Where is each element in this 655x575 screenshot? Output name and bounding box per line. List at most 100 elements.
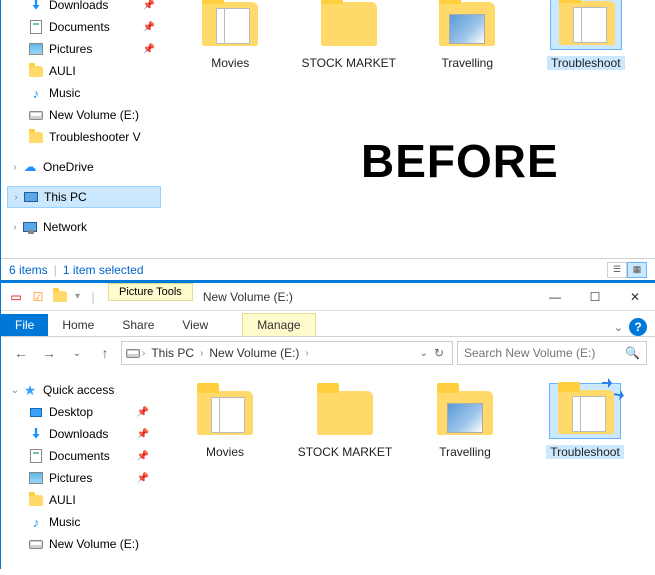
sidebar-item-music[interactable]: ♪Music — [7, 82, 161, 104]
folder-item-troubleshoot[interactable]: Troubleshoot — [537, 0, 636, 70]
sidebar-item-label: AULI — [45, 493, 153, 507]
ribbon-tab-home[interactable]: Home — [48, 314, 108, 336]
folder-icon — [550, 0, 622, 50]
ribbon-collapse-icon[interactable]: ⌄ — [614, 321, 623, 334]
up-button[interactable]: ↑ — [93, 341, 117, 365]
sidebar-item-label: Music — [45, 86, 159, 100]
address-bar[interactable]: › This PC › New Volume (E:) › ⌄ ↻ — [121, 341, 453, 365]
sidebar-item-label: Quick access — [39, 383, 153, 397]
pin-icon: 📌 — [137, 451, 149, 462]
top-explorer-window: Downloads📌Documents📌Pictures📌AULI♪MusicN… — [0, 0, 655, 280]
folder-item-travelling[interactable]: Travelling — [415, 383, 515, 459]
qat-checkbox-button[interactable]: ☑ — [27, 286, 49, 308]
title-bar: ▭ ☑ ▾ | Picture Tools New Volume (E:) — … — [1, 283, 655, 311]
qat-separator: | — [82, 286, 104, 308]
help-button[interactable]: ? — [629, 318, 647, 336]
folder-icon — [309, 383, 381, 439]
search-input[interactable] — [464, 346, 621, 360]
recent-dropdown[interactable]: ⌄ — [65, 341, 89, 365]
document-icon — [27, 19, 45, 35]
folder-label: Travelling — [415, 445, 515, 459]
network-icon — [21, 219, 39, 235]
before-annotation: BEFORE — [361, 134, 559, 188]
search-box[interactable]: 🔍 — [457, 341, 647, 365]
address-dropdown-icon[interactable]: ⌄ — [420, 348, 428, 359]
sidebar-item-downloads[interactable]: Downloads📌 — [7, 423, 155, 445]
folder-icon — [431, 0, 503, 50]
expand-icon[interactable] — [9, 162, 21, 173]
contextual-tab-group: Picture Tools — [108, 283, 193, 301]
sidebar-item-new-volume-e-[interactable]: New Volume (E:) — [7, 104, 161, 126]
pin-icon: 📌 — [143, 0, 155, 11]
selection-count: 1 item selected — [63, 263, 144, 277]
expand-icon[interactable] — [9, 385, 21, 396]
breadcrumb-this-pc[interactable]: This PC — [147, 346, 198, 360]
sidebar-item-network[interactable]: Network — [7, 216, 161, 238]
content-area: Movies STOCK MARKET Travelling Troubleshoot… — [161, 0, 655, 280]
status-bar: 6 items | 1 item selected ☰ ▦ — [1, 258, 655, 280]
details-view-button[interactable]: ☰ — [607, 262, 627, 278]
folder-item-stock-market[interactable]: STOCK MARKET — [295, 383, 395, 459]
sidebar-item-pictures[interactable]: Pictures📌 — [7, 467, 155, 489]
folder-item-troubleshoot[interactable]: Troubleshoot — [535, 383, 635, 459]
pin-icon: 📌 — [137, 429, 149, 440]
item-count: 6 items — [9, 263, 48, 277]
ribbon-tab-view[interactable]: View — [168, 314, 222, 336]
folder-grid: Movies STOCK MARKET Travelling Troubleshoot — [155, 383, 655, 459]
qat-properties-button[interactable]: ▭ — [5, 286, 27, 308]
sidebar-item-documents[interactable]: Documents📌 — [7, 445, 155, 467]
sidebar-item-label: Music — [45, 515, 153, 529]
sidebar-item-desktop[interactable]: Desktop📌 — [7, 401, 155, 423]
sidebar-item-label: Documents — [45, 449, 137, 463]
pin-icon: 📌 — [143, 44, 155, 55]
sidebar-item-troubleshooter-v[interactable]: Troubleshooter V — [7, 126, 161, 148]
pin-icon: 📌 — [137, 473, 149, 484]
folder-label: Troubleshoot — [546, 445, 624, 459]
window-controls: — ☐ ✕ — [535, 283, 655, 311]
icons-view-button[interactable]: ▦ — [627, 262, 647, 278]
picture-icon — [27, 470, 45, 486]
refresh-button[interactable]: ↻ — [434, 346, 444, 360]
sidebar-item-downloads[interactable]: Downloads📌 — [7, 0, 161, 16]
folder-icon — [27, 492, 45, 508]
folder-icon — [194, 0, 266, 50]
maximize-button[interactable]: ☐ — [575, 283, 615, 311]
expand-icon[interactable] — [9, 222, 21, 233]
share-overlay-icon — [602, 378, 624, 400]
folder-item-movies[interactable]: Movies — [175, 383, 275, 459]
ribbon-tab-manage[interactable]: Manage — [242, 313, 315, 336]
folder-item-travelling[interactable]: Travelling — [418, 0, 517, 70]
sidebar-item-onedrive[interactable]: ☁OneDrive — [7, 156, 161, 178]
sidebar-item-auli[interactable]: AULI — [7, 60, 161, 82]
sidebar-item-auli[interactable]: AULI — [7, 489, 155, 511]
ribbon-tab-share[interactable]: Share — [108, 314, 168, 336]
folder-icon — [27, 63, 45, 79]
status-separator: | — [54, 263, 57, 277]
sidebar-item-new-volume-e-[interactable]: New Volume (E:) — [7, 533, 155, 555]
sidebar-item-quick-access[interactable]: ★Quick access — [7, 379, 155, 401]
folder-label: Movies — [175, 445, 275, 459]
sidebar-item-music[interactable]: ♪Music — [7, 511, 155, 533]
qat-folder-icon — [49, 286, 71, 308]
quick-access-toolbar: ▭ ☑ ▾ | — [1, 286, 108, 308]
folder-label: STOCK MARKET — [300, 56, 399, 70]
sidebar-item-label: Pictures — [45, 471, 137, 485]
sidebar-item-documents[interactable]: Documents📌 — [7, 16, 161, 38]
qat-dropdown[interactable]: ▾ — [75, 291, 80, 302]
navigation-pane: Downloads📌Documents📌Pictures📌AULI♪MusicN… — [1, 0, 161, 238]
sidebar-item-label: Documents — [45, 20, 143, 34]
expand-icon[interactable] — [10, 192, 22, 203]
back-button[interactable]: ← — [9, 341, 33, 365]
close-button[interactable]: ✕ — [615, 283, 655, 311]
sidebar-item-label: Pictures — [45, 42, 143, 56]
minimize-button[interactable]: — — [535, 283, 575, 311]
sidebar-item-this-pc[interactable]: This PC — [7, 186, 161, 208]
sidebar-item-pictures[interactable]: Pictures📌 — [7, 38, 161, 60]
ribbon-tab-file[interactable]: File — [1, 314, 48, 336]
folder-item-movies[interactable]: Movies — [181, 0, 280, 70]
folder-label: STOCK MARKET — [295, 445, 395, 459]
breadcrumb-drive[interactable]: New Volume (E:) — [205, 346, 303, 360]
forward-button[interactable]: → — [37, 341, 61, 365]
star-icon: ★ — [21, 382, 39, 398]
folder-item-stock-market[interactable]: STOCK MARKET — [300, 0, 399, 70]
